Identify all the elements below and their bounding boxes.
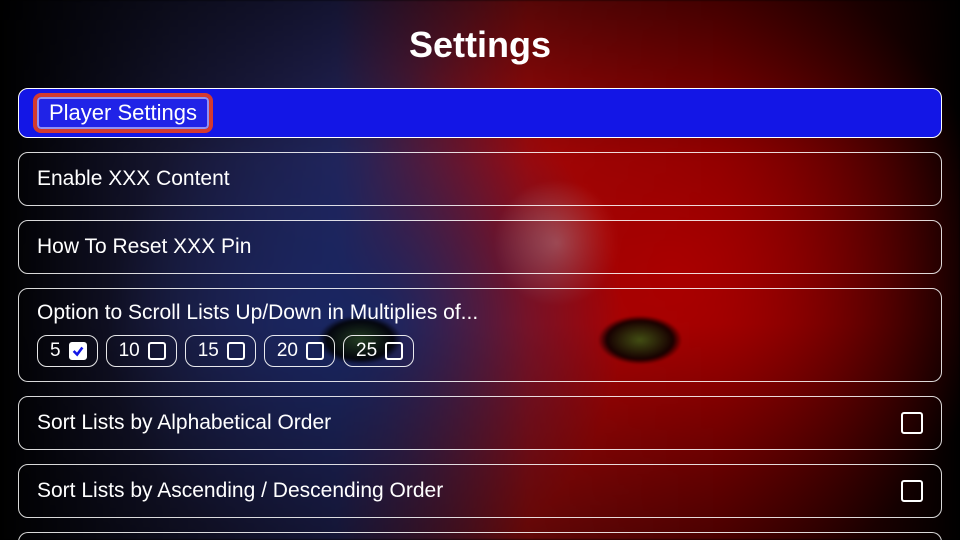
scroll-option-20[interactable]: 20 bbox=[264, 335, 335, 367]
checkbox-icon bbox=[385, 342, 403, 360]
row-sort-alphabetical[interactable]: Sort Lists by Alphabetical Order bbox=[18, 396, 942, 450]
option-value: 20 bbox=[277, 340, 298, 362]
checkbox-icon bbox=[901, 480, 923, 502]
row-label: Player Settings bbox=[49, 100, 197, 126]
row-enable-xxx-content[interactable]: Enable XXX Content bbox=[18, 152, 942, 206]
row-sort-asc-desc[interactable]: Sort Lists by Ascending / Descending Ord… bbox=[18, 464, 942, 518]
row-partial-next[interactable] bbox=[18, 532, 942, 540]
scroll-options: 5 10 15 20 25 bbox=[37, 335, 923, 367]
checkbox-icon bbox=[148, 342, 166, 360]
scroll-option-25[interactable]: 25 bbox=[343, 335, 414, 367]
option-value: 15 bbox=[198, 340, 219, 362]
checkbox-icon bbox=[901, 412, 923, 434]
checkbox-icon bbox=[227, 342, 245, 360]
row-label: Enable XXX Content bbox=[37, 167, 230, 191]
option-value: 25 bbox=[356, 340, 377, 362]
scroll-option-10[interactable]: 10 bbox=[106, 335, 177, 367]
row-player-settings[interactable]: Player Settings bbox=[18, 88, 942, 138]
row-label: Sort Lists by Ascending / Descending Ord… bbox=[37, 479, 443, 503]
row-label: How To Reset XXX Pin bbox=[37, 235, 251, 259]
selection-highlight: Player Settings bbox=[33, 93, 213, 133]
row-scroll-multiplies: Option to Scroll Lists Up/Down in Multip… bbox=[18, 288, 942, 382]
checkbox-icon bbox=[306, 342, 324, 360]
row-label: Sort Lists by Alphabetical Order bbox=[37, 411, 331, 435]
page-title: Settings bbox=[18, 24, 942, 66]
row-label: Option to Scroll Lists Up/Down in Multip… bbox=[37, 301, 923, 325]
settings-screen: Settings Player Settings Enable XXX Cont… bbox=[0, 0, 960, 540]
option-value: 5 bbox=[50, 340, 61, 362]
scroll-option-15[interactable]: 15 bbox=[185, 335, 256, 367]
scroll-option-5[interactable]: 5 bbox=[37, 335, 98, 367]
row-how-to-reset-xxx-pin[interactable]: How To Reset XXX Pin bbox=[18, 220, 942, 274]
option-value: 10 bbox=[119, 340, 140, 362]
checkbox-icon bbox=[69, 342, 87, 360]
